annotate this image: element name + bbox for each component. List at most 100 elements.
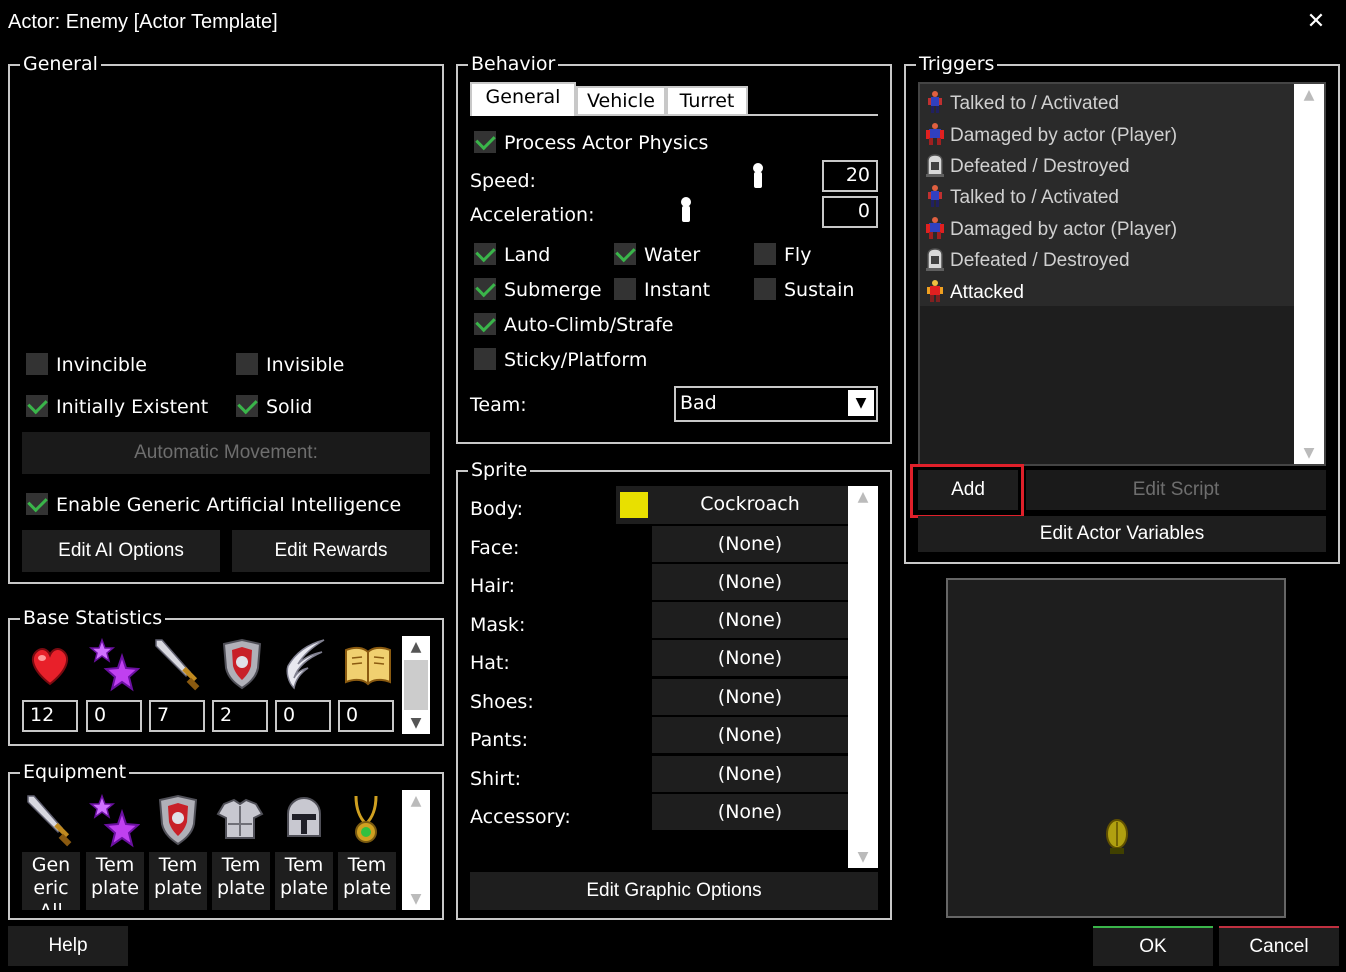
team-dropdown[interactable]: Bad ▼: [674, 386, 878, 422]
sprite-slot-face[interactable]: (None): [652, 526, 848, 562]
scroll-up-icon[interactable]: ▲: [1294, 84, 1324, 106]
equipment-slot-5[interactable]: Tem plate: [338, 852, 396, 910]
equipment-slot-2[interactable]: Tem plate: [149, 852, 207, 910]
acceleration-slider-handle-icon[interactable]: [678, 196, 694, 224]
invincible-checkbox[interactable]: Invincible: [26, 352, 147, 377]
equipment-legend: Equipment: [20, 760, 130, 784]
triggers-list[interactable]: Talked to / Activated Damaged by actor (…: [918, 82, 1326, 466]
speed-slider-handle-icon[interactable]: [750, 162, 766, 190]
stat-value-0[interactable]: 12: [22, 700, 78, 732]
instant-box[interactable]: [614, 277, 636, 300]
water-box[interactable]: [614, 242, 636, 265]
scroll-down-icon[interactable]: ▼: [848, 846, 878, 868]
land-box[interactable]: [474, 242, 496, 265]
sustain-checkbox[interactable]: Sustain: [754, 277, 854, 302]
sprite-slot-hair[interactable]: (None): [652, 564, 848, 600]
behavior-tabs: General Vehicle Turret: [470, 82, 878, 120]
process-physics-checkbox[interactable]: Process Actor Physics: [474, 130, 708, 155]
ok-button[interactable]: OK: [1093, 926, 1213, 966]
sticky-checkbox[interactable]: Sticky/Platform: [474, 347, 647, 372]
scroll-down-icon[interactable]: ▼: [402, 888, 430, 910]
sprite-label-shoes: Shoes:: [470, 691, 534, 713]
process-physics-box[interactable]: [474, 130, 496, 153]
trigger-item[interactable]: Talked to / Activated: [924, 88, 1119, 120]
sprite-slot-shirt[interactable]: (None): [652, 756, 848, 792]
invisible-box[interactable]: [236, 352, 258, 375]
cancel-button[interactable]: Cancel: [1219, 926, 1339, 966]
sprite-slot-hat[interactable]: (None): [652, 640, 848, 676]
initially-existent-box[interactable]: [26, 394, 48, 417]
edit-script-button[interactable]: Edit Script: [1026, 470, 1326, 510]
sprite-label-accessory: Accessory:: [470, 806, 571, 828]
initially-existent-checkbox[interactable]: Initially Existent: [26, 394, 208, 419]
edit-graphic-options-button[interactable]: Edit Graphic Options: [470, 872, 878, 910]
equipment-scrollbar[interactable]: ▲ ▼: [402, 790, 430, 910]
scroll-down-icon[interactable]: ▼: [402, 712, 430, 734]
chevron-down-icon[interactable]: ▼: [848, 390, 874, 416]
equipment-slot-4[interactable]: Tem plate: [275, 852, 333, 910]
edit-rewards-button[interactable]: Edit Rewards: [232, 530, 430, 572]
trigger-item[interactable]: Talked to / Activated: [924, 182, 1119, 214]
solid-checkbox[interactable]: Solid: [236, 394, 312, 419]
stat-value-3[interactable]: 2: [212, 700, 268, 732]
sprite-slot-body[interactable]: Cockroach: [616, 486, 848, 524]
trigger-label: Damaged by actor (Player): [950, 125, 1178, 146]
auto-climb-box[interactable]: [474, 312, 496, 335]
scroll-up-icon[interactable]: ▲: [402, 636, 430, 658]
edit-actor-variables-button[interactable]: Edit Actor Variables: [918, 516, 1326, 552]
actor-damage-icon: [926, 122, 944, 145]
edit-ai-options-button[interactable]: Edit AI Options: [22, 530, 220, 572]
auto-climb-checkbox[interactable]: Auto-Climb/Strafe: [474, 312, 673, 337]
help-button[interactable]: Help: [8, 926, 128, 966]
actor-talk-icon: [928, 184, 942, 207]
instant-checkbox[interactable]: Instant: [614, 277, 710, 302]
submerge-box[interactable]: [474, 277, 496, 300]
scroll-up-icon[interactable]: ▲: [402, 790, 430, 812]
tab-vehicle[interactable]: Vehicle: [576, 86, 666, 116]
acceleration-input[interactable]: 0: [822, 196, 878, 228]
general-group: General Invincible Invisible Initially E…: [8, 52, 444, 584]
stat-value-5[interactable]: 0: [338, 700, 394, 732]
fly-checkbox[interactable]: Fly: [754, 242, 811, 267]
trigger-item[interactable]: Damaged by actor (Player): [924, 214, 1177, 246]
sprite-slot-pants[interactable]: (None): [652, 717, 848, 753]
sprite-slot-accessory[interactable]: (None): [652, 794, 848, 830]
scroll-thumb[interactable]: [404, 660, 428, 710]
equipment-slot-0[interactable]: Gen eric All: [22, 852, 80, 910]
enable-ai-checkbox[interactable]: Enable Generic Artificial Intelligence: [26, 492, 402, 517]
enable-ai-label: Enable Generic Artificial Intelligence: [56, 494, 402, 516]
close-icon[interactable]: ✕: [1304, 8, 1328, 36]
triggers-scrollbar[interactable]: ▲ ▼: [1294, 84, 1324, 464]
base-statistics-scrollbar[interactable]: ▲ ▼: [402, 636, 430, 734]
trigger-item[interactable]: Damaged by actor (Player): [924, 120, 1177, 152]
submerge-checkbox[interactable]: Submerge: [474, 277, 602, 302]
scroll-up-icon[interactable]: ▲: [848, 486, 878, 508]
sustain-box[interactable]: [754, 277, 776, 300]
tombstone-icon: [926, 248, 944, 271]
sprite-slot-shoes[interactable]: (None): [652, 679, 848, 715]
trigger-item[interactable]: Defeated / Destroyed: [924, 151, 1130, 183]
invisible-checkbox[interactable]: Invisible: [236, 352, 344, 377]
scroll-down-icon[interactable]: ▼: [1294, 442, 1324, 464]
amulet-icon: [354, 795, 378, 843]
stat-value-1[interactable]: 0: [86, 700, 142, 732]
fly-box[interactable]: [754, 242, 776, 265]
enable-ai-box[interactable]: [26, 492, 48, 515]
sprite-scrollbar[interactable]: ▲ ▼: [848, 486, 878, 868]
sticky-box[interactable]: [474, 347, 496, 370]
water-checkbox[interactable]: Water: [614, 242, 700, 267]
solid-box[interactable]: [236, 394, 258, 417]
land-checkbox[interactable]: Land: [474, 242, 550, 267]
sprite-slot-mask[interactable]: (None): [652, 602, 848, 638]
equipment-slot-3[interactable]: Tem plate: [212, 852, 270, 910]
tab-turret[interactable]: Turret: [666, 86, 748, 116]
automatic-movement-button[interactable]: Automatic Movement:: [22, 432, 430, 474]
stat-value-4[interactable]: 0: [275, 700, 331, 732]
equipment-slot-1[interactable]: Tem plate: [86, 852, 144, 910]
tab-general[interactable]: General: [470, 82, 576, 116]
speed-input[interactable]: 20: [822, 160, 878, 192]
invincible-box[interactable]: [26, 352, 48, 375]
trigger-item[interactable]: Defeated / Destroyed: [924, 245, 1130, 277]
trigger-item[interactable]: Attacked: [924, 277, 1024, 309]
stat-value-2[interactable]: 7: [149, 700, 205, 732]
